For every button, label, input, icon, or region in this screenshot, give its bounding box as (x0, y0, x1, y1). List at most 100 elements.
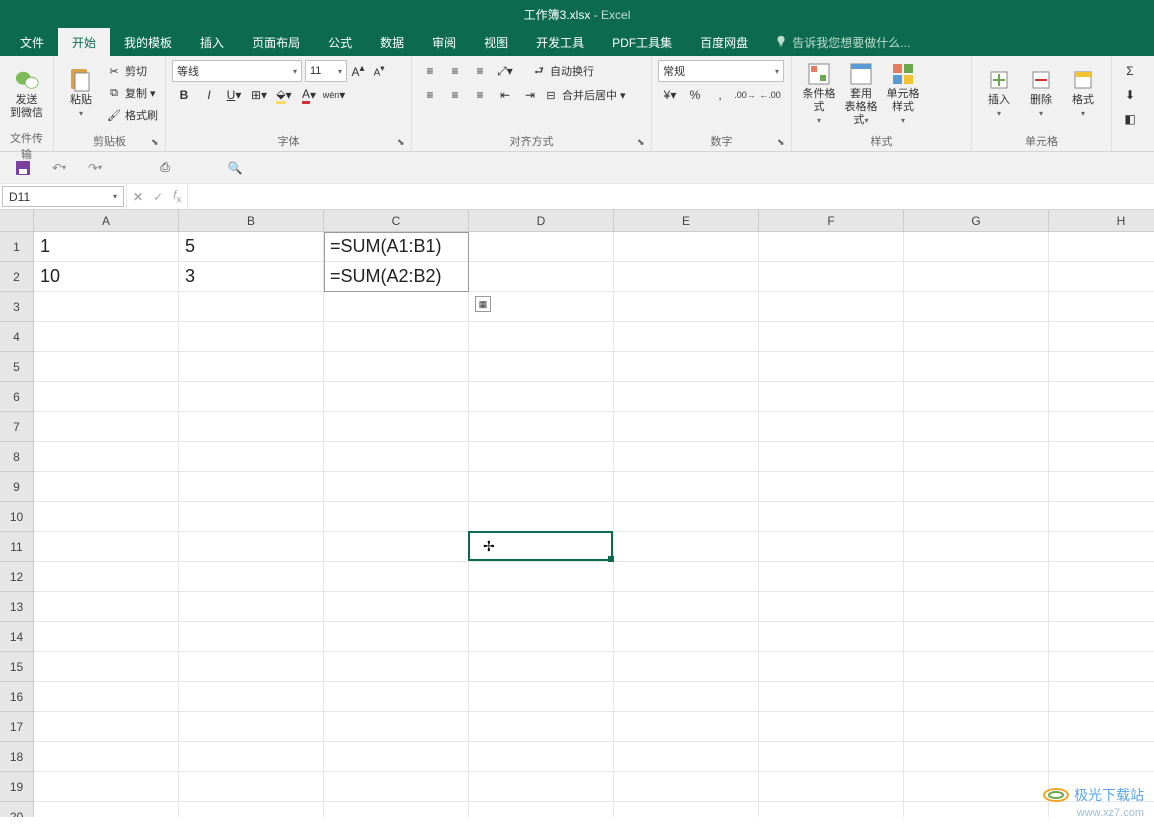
cell[interactable] (179, 802, 324, 817)
cell[interactable] (324, 532, 469, 562)
cell[interactable]: 5 (179, 232, 324, 262)
tab-insert[interactable]: 插入 (186, 28, 238, 56)
cell[interactable] (759, 292, 904, 322)
cell[interactable] (759, 682, 904, 712)
row-header[interactable]: 10 (0, 502, 34, 532)
cell[interactable] (614, 382, 759, 412)
cell[interactable] (324, 472, 469, 502)
page-preview-button[interactable]: 🔍 (224, 157, 246, 179)
tell-me-search[interactable]: 告诉我您想要做什么... (774, 28, 910, 56)
cell[interactable] (179, 592, 324, 622)
cell[interactable] (34, 502, 179, 532)
column-header[interactable]: A (34, 210, 179, 232)
column-header[interactable]: E (614, 210, 759, 232)
cell[interactable] (904, 412, 1049, 442)
cell[interactable] (1049, 502, 1154, 532)
cell[interactable] (469, 322, 614, 352)
cell[interactable] (904, 442, 1049, 472)
cell[interactable] (759, 382, 904, 412)
cell[interactable] (324, 322, 469, 352)
cell[interactable] (1049, 262, 1154, 292)
cell[interactable] (904, 592, 1049, 622)
row-header[interactable]: 19 (0, 772, 34, 802)
align-right-button[interactable]: ≡ (468, 84, 492, 106)
wrap-text-button[interactable]: ⮐自动换行 (531, 60, 594, 82)
cell[interactable] (324, 442, 469, 472)
cell[interactable] (904, 742, 1049, 772)
cell[interactable] (904, 262, 1049, 292)
cell[interactable] (1049, 712, 1154, 742)
dialog-launcher-icon[interactable]: ⬊ (637, 137, 649, 149)
decrease-indent-button[interactable]: ⇤ (493, 84, 517, 106)
tab-developer[interactable]: 开发工具 (522, 28, 598, 56)
cell[interactable]: 10 (34, 262, 179, 292)
cell[interactable] (759, 562, 904, 592)
cell[interactable]: =SUM(A1:B1) (324, 232, 469, 262)
cell[interactable] (324, 592, 469, 622)
cell[interactable] (179, 742, 324, 772)
cell[interactable] (34, 592, 179, 622)
accounting-format-button[interactable]: ¥▾ (658, 84, 682, 106)
cell[interactable] (904, 322, 1049, 352)
cell[interactable] (759, 592, 904, 622)
row-header[interactable]: 13 (0, 592, 34, 622)
cell[interactable] (614, 532, 759, 562)
column-header[interactable]: G (904, 210, 1049, 232)
cell[interactable] (324, 772, 469, 802)
cell[interactable] (614, 742, 759, 772)
increase-indent-button[interactable]: ⇥ (518, 84, 542, 106)
cell[interactable] (904, 292, 1049, 322)
cell[interactable] (469, 412, 614, 442)
cell[interactable] (34, 412, 179, 442)
cell[interactable] (324, 292, 469, 322)
cell[interactable] (759, 502, 904, 532)
cell[interactable] (324, 802, 469, 817)
cell[interactable] (759, 472, 904, 502)
cell[interactable] (179, 712, 324, 742)
cell[interactable] (324, 682, 469, 712)
percent-button[interactable]: % (683, 84, 707, 106)
cell[interactable] (614, 262, 759, 292)
cell[interactable] (614, 232, 759, 262)
cell[interactable] (614, 682, 759, 712)
cell[interactable] (469, 772, 614, 802)
orientation-button[interactable]: ⤢▾ (493, 60, 517, 82)
cell[interactable] (614, 412, 759, 442)
cell[interactable] (469, 232, 614, 262)
column-header[interactable]: B (179, 210, 324, 232)
font-color-button[interactable]: A▾ (297, 84, 321, 106)
cell[interactable] (324, 622, 469, 652)
name-box[interactable]: D11▾ (2, 186, 124, 207)
cell[interactable] (469, 352, 614, 382)
font-name-selector[interactable]: 等线▾ (172, 60, 302, 82)
row-header[interactable]: 16 (0, 682, 34, 712)
cell[interactable] (324, 712, 469, 742)
align-middle-button[interactable]: ≡ (443, 60, 467, 82)
cell[interactable] (469, 262, 614, 292)
tab-template[interactable]: 我的模板 (110, 28, 186, 56)
cell[interactable] (34, 442, 179, 472)
cell[interactable] (34, 802, 179, 817)
cell[interactable] (179, 622, 324, 652)
dialog-launcher-icon[interactable]: ⬊ (397, 137, 409, 149)
cell[interactable] (904, 232, 1049, 262)
column-header[interactable]: H (1049, 210, 1154, 232)
cell[interactable] (34, 532, 179, 562)
cell[interactable] (759, 352, 904, 382)
cell[interactable] (469, 712, 614, 742)
align-bottom-button[interactable]: ≡ (468, 60, 492, 82)
accept-formula-button[interactable]: ✓ (153, 190, 163, 204)
clear-button[interactable]: ◧ (1118, 108, 1142, 130)
cell[interactable] (1049, 682, 1154, 712)
cell[interactable] (614, 472, 759, 502)
row-header[interactable]: 4 (0, 322, 34, 352)
cell[interactable] (759, 652, 904, 682)
cell[interactable] (324, 352, 469, 382)
row-header[interactable]: 5 (0, 352, 34, 382)
cell-styles-button[interactable]: 单元格样式▾ (882, 60, 924, 128)
cut-button[interactable]: ✂剪切 (106, 60, 158, 82)
cell[interactable] (179, 562, 324, 592)
cell[interactable] (904, 772, 1049, 802)
redo-button[interactable]: ↷▾ (84, 157, 106, 179)
fx-button[interactable]: fx (173, 188, 181, 205)
